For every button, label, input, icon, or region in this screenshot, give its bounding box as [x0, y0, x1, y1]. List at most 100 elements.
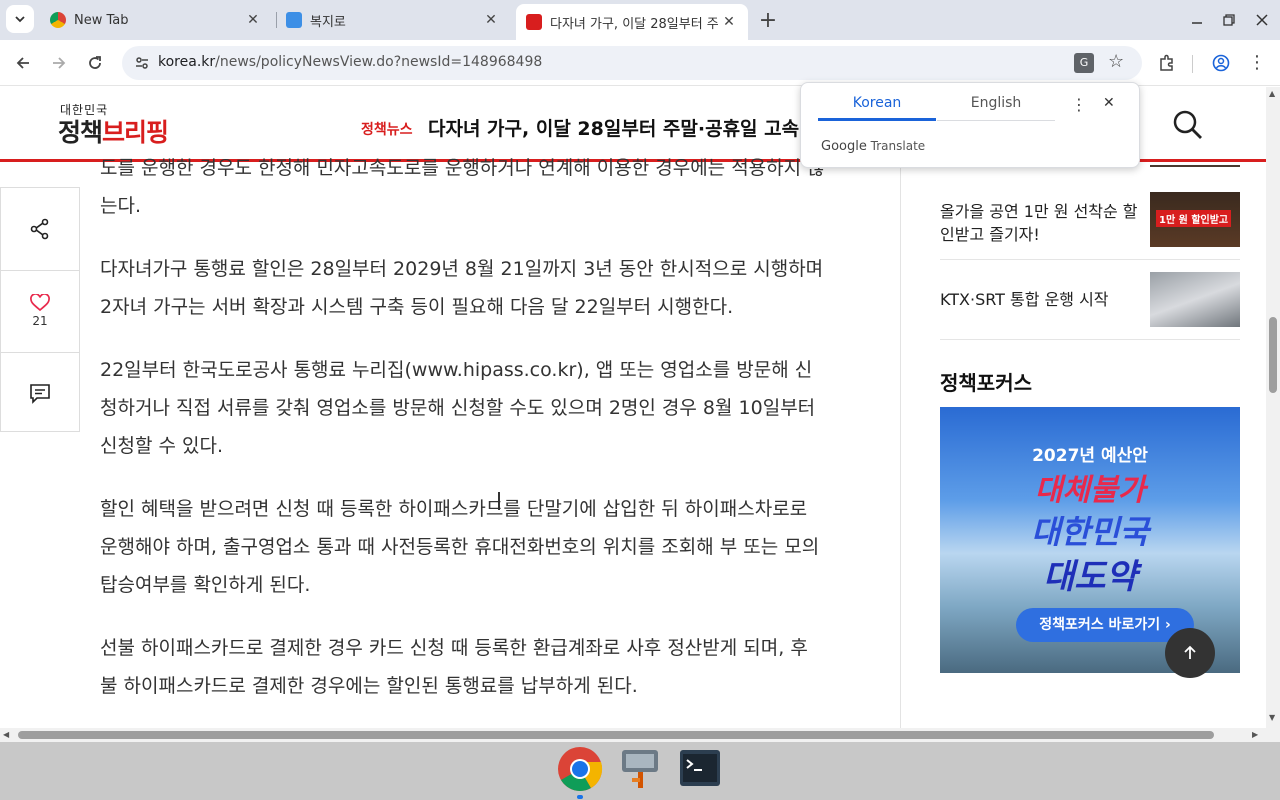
- reload-button[interactable]: [80, 48, 110, 78]
- close-window-button[interactable]: [1247, 5, 1277, 35]
- search-icon: [1173, 110, 1202, 139]
- toolbar-divider: [1192, 55, 1193, 73]
- taskbar: [0, 742, 1280, 800]
- minimize-icon: [1192, 22, 1202, 24]
- site-logo[interactable]: 정책브리핑: [58, 113, 169, 149]
- korea-kr-favicon-icon: [526, 14, 542, 30]
- banner-line2: 대체불가: [1034, 473, 1146, 508]
- tab-search-button[interactable]: [6, 5, 34, 33]
- tab-bokjiro[interactable]: 복지로 ✕: [278, 4, 510, 36]
- chrome-taskbar-icon[interactable]: [557, 746, 603, 792]
- translate-popup: Korean English ⋮ ✕ Google Translate: [800, 82, 1140, 168]
- article-paragraph: 다자녀가구 통행료 할인은 28일부터 2029년 8월 21일까지 3년 동안…: [100, 258, 824, 318]
- article-paragraph: 도를 운행한 경우도 한정해 민자고속도로를 운행하거나 연계해 이용한 경우에…: [100, 157, 825, 217]
- scroll-right-arrow-icon[interactable]: ▶: [1252, 730, 1258, 739]
- header-article-title: 다자녀 가구, 이달 28일부터 주말·공휴일 고속: [428, 118, 800, 140]
- banner-line3: 대한민국: [1031, 513, 1149, 551]
- url-path: /news/policyNewsView.do?newsId=148968498: [215, 54, 543, 70]
- text-cursor-icon: [498, 492, 500, 510]
- article-paragraph: 선불 하이패스카드로 결제한 경우 카드 신청 때 등록한 환급계좌로 사후 정…: [100, 637, 808, 697]
- article-paragraph: 할인 혜택을 받으려면 신청 때 등록한 하이패스카드를 단말기에 삽입한 뒤 …: [100, 498, 820, 596]
- horizontal-scroll-thumb[interactable]: [18, 731, 1214, 739]
- restore-icon: [1223, 14, 1235, 26]
- comment-icon: [30, 384, 50, 404]
- translate-source-tab[interactable]: Korean: [818, 95, 936, 121]
- heart-icon: [30, 294, 50, 312]
- kebab-menu-icon: ⋮: [1248, 52, 1266, 73]
- minimize-button[interactable]: [1182, 5, 1212, 35]
- brand-google: Google: [821, 139, 867, 154]
- translate-icon[interactable]: G: [1074, 53, 1094, 73]
- sidebar-news-item[interactable]: KTX·SRT 통합 운행 시작: [940, 272, 1240, 340]
- chrome-icon: [50, 12, 66, 28]
- site-info-icon[interactable]: [134, 55, 150, 75]
- menu-button[interactable]: ⋮: [1242, 48, 1272, 78]
- logo-part-a: 정책: [58, 118, 103, 147]
- extensions-button[interactable]: [1152, 48, 1182, 78]
- sidebar-news-thumbnail: [1150, 272, 1240, 327]
- sidebar-news-title: 올가을 공연 1만 원 선착순 할인받고 즐기자!: [940, 202, 1138, 244]
- policy-focus-link-button[interactable]: 정책포커스 바로가기 ›: [1016, 608, 1194, 642]
- restore-button[interactable]: [1214, 5, 1244, 35]
- comment-button[interactable]: [1, 352, 79, 433]
- scroll-to-top-button[interactable]: [1165, 628, 1215, 678]
- terminal-taskbar-icon[interactable]: [678, 746, 724, 792]
- translate-target-tab[interactable]: English: [937, 95, 1055, 121]
- url-text: korea.kr/news/policyNewsView.do?newsId=1…: [158, 54, 542, 70]
- close-icon[interactable]: ✕: [1103, 95, 1115, 111]
- tab-new-tab[interactable]: New Tab ✕: [40, 4, 272, 36]
- bokjiro-favicon-icon: [286, 12, 302, 28]
- puzzle-icon: [1160, 54, 1173, 71]
- reload-icon: [89, 56, 101, 69]
- article-body: 도를 운행한 경우도 한정해 민자고속도로를 운행하거나 연계해 이용한 경우에…: [100, 149, 825, 728]
- web-page: 대한민국 정책브리핑 정책뉴스 다자녀 가구, 이달 28일부터 주말·공휴일 …: [0, 87, 1266, 728]
- vertical-scrollbar[interactable]: ▲ ▼: [1266, 87, 1280, 728]
- article-paragraph: 22일부터 한국도로공사 통행료 누리집(www.hipass.co.kr), …: [100, 359, 816, 457]
- close-icon[interactable]: ✕: [482, 11, 500, 29]
- back-button[interactable]: [8, 48, 38, 78]
- logo-part-b: 브리핑: [102, 118, 169, 147]
- plus-icon: +: [758, 7, 778, 33]
- banner-line1: 2027년 예산안: [1032, 446, 1148, 466]
- sidebar-partial-thumb: [1150, 165, 1240, 167]
- header-category[interactable]: 정책뉴스: [361, 119, 413, 139]
- translate-options-icon[interactable]: ⋮: [1071, 95, 1087, 114]
- share-button[interactable]: [1, 188, 79, 269]
- chevron-down-icon: [15, 16, 25, 23]
- tab-active-news[interactable]: 다자녀 가구, 이달 28일부터 주 ✕: [516, 4, 748, 40]
- new-tab-button[interactable]: +: [753, 5, 783, 35]
- horizontal-scrollbar[interactable]: ◀ ▶: [0, 728, 1280, 742]
- forward-button[interactable]: [44, 48, 74, 78]
- arrow-up-icon: [1184, 645, 1196, 659]
- arrow-right-icon: [53, 57, 66, 69]
- sidebar-divider: [900, 162, 901, 728]
- tab-strip: New Tab ✕ 복지로 ✕ 다자녀 가구, 이달 28일부터 주 ✕ +: [0, 0, 1280, 40]
- sidebar-news-thumbnail: 1만 원 할인받고: [1150, 192, 1240, 247]
- sidebar-news-title: KTX·SRT 통합 운행 시작: [940, 290, 1109, 309]
- url-host: korea.kr: [158, 54, 216, 70]
- close-icon: [1256, 14, 1268, 26]
- brand-translate: Translate: [870, 139, 926, 153]
- site-search-button[interactable]: [1172, 109, 1206, 143]
- vertical-scroll-thumb[interactable]: [1269, 317, 1277, 393]
- close-icon[interactable]: ✕: [720, 13, 738, 31]
- policy-focus-heading: 정책포커스: [940, 371, 1032, 395]
- scroll-down-arrow-icon[interactable]: ▼: [1269, 713, 1275, 722]
- profile-button[interactable]: [1206, 48, 1236, 78]
- running-indicator: [577, 795, 583, 799]
- settings-tool-taskbar-icon[interactable]: [618, 746, 664, 792]
- like-button[interactable]: 21: [1, 270, 79, 351]
- scroll-left-arrow-icon[interactable]: ◀: [3, 730, 9, 739]
- share-toolbar: 21: [0, 187, 80, 432]
- thumbnail-caption: 1만 원 할인받고: [1156, 210, 1232, 227]
- close-icon[interactable]: ✕: [244, 11, 262, 29]
- scroll-up-arrow-icon[interactable]: ▲: [1269, 89, 1275, 98]
- google-translate-brand: Google Translate: [821, 139, 925, 154]
- address-bar[interactable]: korea.kr/news/policyNewsView.do?newsId=1…: [122, 46, 1142, 80]
- like-count: 21: [32, 314, 48, 328]
- tab-title: New Tab: [74, 12, 129, 28]
- tab-title: 복지로: [310, 14, 346, 30]
- sidebar-news-item[interactable]: 올가을 공연 1만 원 선착순 할인받고 즐기자! 1만 원 할인받고: [940, 192, 1240, 260]
- tab-title: 다자녀 가구, 이달 28일부터 주: [550, 16, 719, 32]
- bookmark-star-icon[interactable]: ☆: [1108, 51, 1124, 72]
